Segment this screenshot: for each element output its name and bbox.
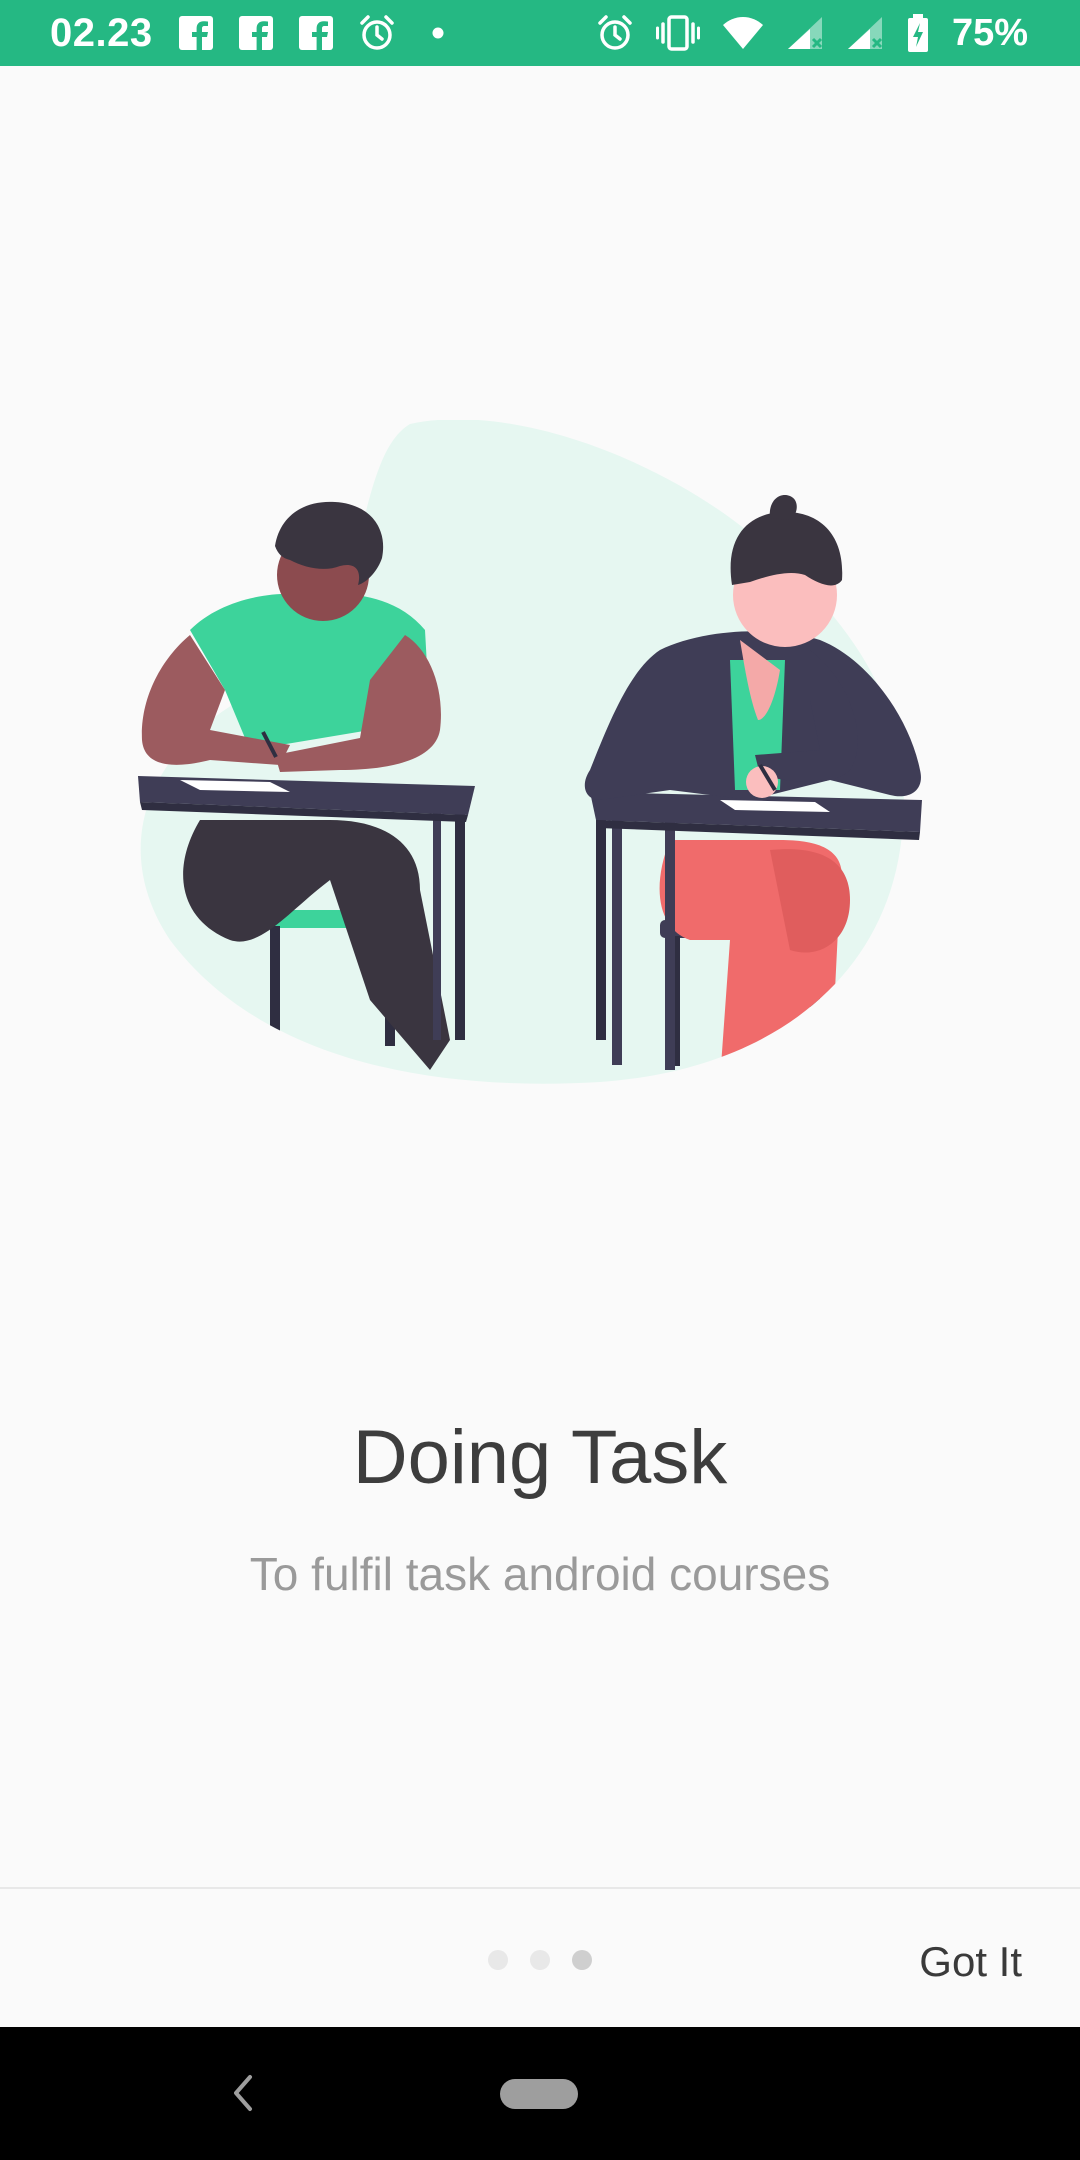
status-right-icons: [596, 12, 930, 54]
home-pill-icon[interactable]: [500, 2079, 578, 2109]
facebook-icon: [179, 16, 213, 51]
onboarding-screen: 02.23 75% Doing Task To fulfil task andr…: [0, 0, 1080, 2160]
status-left-icons: [178, 12, 456, 54]
page-dot-1[interactable]: [488, 1950, 508, 1970]
navigation-bar: [0, 2027, 1080, 2160]
got-it-button[interactable]: Got It: [907, 1930, 1034, 1994]
students-writing-illustration: [138, 420, 922, 1084]
facebook-icon: [239, 16, 273, 51]
notification-dot-icon: [432, 27, 444, 39]
onboarding-title: Doing Task: [352, 1414, 728, 1500]
signal-icon: [848, 17, 883, 49]
battery-charging-icon: [908, 14, 928, 52]
vibrate-icon: [656, 15, 700, 51]
alarm-clock-icon: [598, 15, 632, 50]
signal-icon: [788, 17, 823, 49]
bottom-divider: [0, 1887, 1080, 1889]
battery-percentage: 75%: [951, 12, 1028, 54]
alarm-clock-icon: [360, 15, 394, 50]
facebook-icon: [299, 16, 333, 51]
page-dot-3-active[interactable]: [572, 1950, 592, 1970]
back-icon[interactable]: [228, 2071, 256, 2115]
status-time: 02.23: [50, 11, 153, 55]
page-indicator: [488, 1950, 592, 1970]
wifi-icon: [723, 17, 763, 49]
status-bar: 02.23 75%: [0, 0, 1080, 66]
onboarding-subtitle: To fulfil task android courses: [249, 1548, 831, 1600]
page-dot-2[interactable]: [530, 1950, 550, 1970]
